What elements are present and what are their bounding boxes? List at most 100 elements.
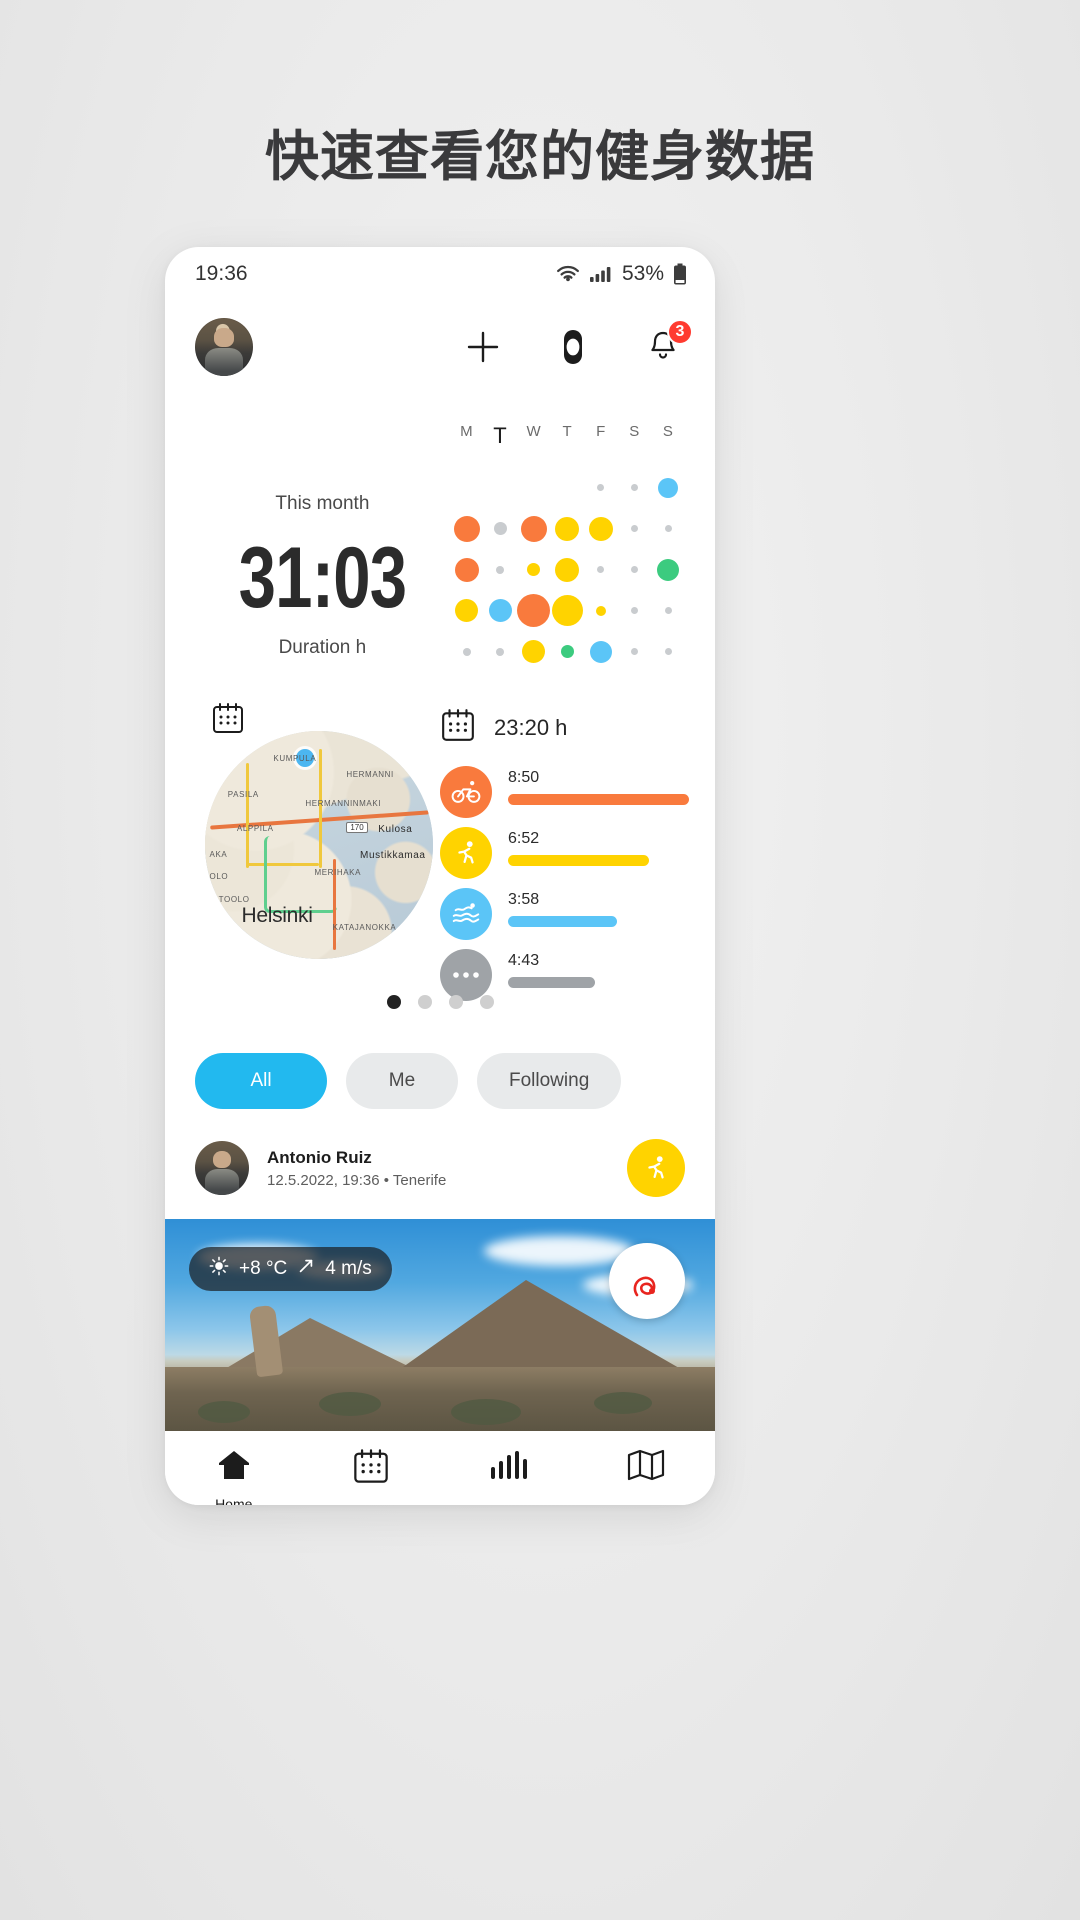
activity-list: 8:50 6:52 3:58 4:43 xyxy=(440,766,689,1001)
overview-card: 170 KUMPULA HERMANNI PASILA HERMANNINMAK… xyxy=(165,693,715,1001)
activity-dot xyxy=(560,645,574,658)
run-icon xyxy=(440,827,492,879)
dot-cell[interactable] xyxy=(584,516,618,541)
avatar[interactable] xyxy=(195,318,253,376)
route-map-card[interactable]: 170 KUMPULA HERMANNI PASILA HERMANNINMAK… xyxy=(191,701,440,983)
pagination-dot[interactable] xyxy=(448,995,463,1009)
dot-cell[interactable] xyxy=(483,647,517,656)
cloud xyxy=(484,1235,634,1266)
feed-user-name: Antonio Ruiz xyxy=(267,1147,372,1167)
dot-cell[interactable] xyxy=(584,640,618,663)
feed-filter-tabs: All Me Following xyxy=(165,1009,715,1109)
add-button[interactable] xyxy=(461,325,505,369)
dot-cell[interactable] xyxy=(651,607,685,614)
nav-home-label: Home xyxy=(215,1496,253,1505)
map-label: HERMANNINMAKI xyxy=(305,799,382,809)
dot-cell[interactable] xyxy=(584,484,618,491)
dot-cell[interactable] xyxy=(450,557,484,582)
activity-duration: 4:43 xyxy=(508,952,540,969)
activity-row[interactable]: 4:43 xyxy=(440,949,689,1001)
activity-dot xyxy=(631,525,639,532)
app-header: 3 xyxy=(165,301,715,393)
pagination-dot[interactable] xyxy=(386,995,401,1009)
dot-cell[interactable] xyxy=(483,565,517,574)
activity-dot xyxy=(555,557,580,582)
activity-total-row: 23:20 h xyxy=(440,707,689,748)
dot-cell[interactable] xyxy=(551,645,585,658)
activity-dot xyxy=(462,647,471,656)
dot-cell[interactable] xyxy=(517,594,551,627)
feed-photo[interactable]: +8 °C 4 m/s xyxy=(165,1219,715,1431)
activity-duration: 8:50 xyxy=(508,769,540,786)
filter-tab-all[interactable]: All xyxy=(195,1053,327,1109)
dot-cell[interactable] xyxy=(618,607,652,614)
activity-dot xyxy=(588,516,613,541)
dot-cell[interactable] xyxy=(618,566,652,573)
activity-dot xyxy=(664,607,672,614)
dot-cell[interactable] xyxy=(551,595,585,626)
nav-home[interactable]: Home xyxy=(165,1447,303,1505)
weekday-label: T xyxy=(493,423,508,448)
dot-cell[interactable] xyxy=(651,477,685,498)
mountain-ridge xyxy=(220,1317,420,1372)
activity-dot xyxy=(631,566,639,573)
dot-calendar[interactable]: MTWTFSS xyxy=(450,413,685,693)
feed-item-text: Antonio Ruiz 12.5.2022, 19:36 • Tenerife xyxy=(267,1148,609,1189)
filter-tab-following[interactable]: Following xyxy=(477,1053,622,1109)
pagination-dot[interactable] xyxy=(479,995,494,1009)
nav-stats[interactable] xyxy=(440,1447,578,1494)
avatar[interactable] xyxy=(195,1141,249,1195)
map-label: KATAJANOKKA xyxy=(332,922,397,932)
summary-value: 31:03 xyxy=(238,530,407,626)
activity-breakdown: 23:20 h 8:50 6:52 3:58 4:43 xyxy=(440,701,689,1001)
nav-calendar[interactable] xyxy=(303,1447,441,1498)
filter-tab-me[interactable]: Me xyxy=(346,1053,458,1109)
dot-cell[interactable] xyxy=(517,515,551,542)
dot-cell[interactable] xyxy=(551,516,585,541)
dot-cell[interactable] xyxy=(584,566,618,573)
map-label: HERMANNI xyxy=(346,769,394,779)
nav-map[interactable] xyxy=(578,1447,716,1496)
map-label: ALPPILA xyxy=(236,824,274,834)
dot-cell[interactable] xyxy=(450,647,484,656)
dot-cell[interactable] xyxy=(483,599,517,622)
map-icon xyxy=(626,1447,666,1488)
activity-bar xyxy=(508,916,617,927)
feed-item-header[interactable]: Antonio Ruiz 12.5.2022, 19:36 • Tenerife xyxy=(165,1109,715,1219)
dot-cell[interactable] xyxy=(450,515,484,542)
activity-dot xyxy=(455,599,479,622)
calendar-icon xyxy=(440,707,476,748)
dot-cell[interactable] xyxy=(483,522,517,535)
route-icon[interactable] xyxy=(609,1243,685,1319)
dot-row xyxy=(450,549,685,590)
duration-summary: This month 31:03 Duration h xyxy=(195,413,450,693)
pagination-dot[interactable] xyxy=(417,995,432,1009)
activity-row[interactable]: 6:52 xyxy=(440,827,689,879)
activity-dot xyxy=(493,522,507,535)
weekday-label: S xyxy=(629,423,640,440)
dot-cell[interactable] xyxy=(618,648,652,655)
dot-cell[interactable] xyxy=(651,648,685,655)
dot-row xyxy=(450,508,685,549)
activity-dot xyxy=(595,605,606,616)
dot-cell[interactable] xyxy=(618,525,652,532)
dot-cell[interactable] xyxy=(517,640,551,663)
dot-cell[interactable] xyxy=(551,557,585,582)
dot-cell[interactable] xyxy=(618,484,652,491)
dot-cell[interactable] xyxy=(517,563,551,576)
activity-dot xyxy=(551,595,583,626)
activity-dot xyxy=(631,648,639,655)
activity-bar xyxy=(508,855,650,866)
dot-cell[interactable] xyxy=(651,558,685,581)
activity-row[interactable]: 3:58 xyxy=(440,888,689,940)
dot-cell[interactable] xyxy=(651,525,685,532)
map-thumbnail[interactable]: 170 KUMPULA HERMANNI PASILA HERMANNINMAK… xyxy=(205,731,433,959)
notifications-button[interactable]: 3 xyxy=(641,319,693,369)
dot-cell[interactable] xyxy=(584,605,618,616)
dot-cell[interactable] xyxy=(450,599,484,622)
header-actions: 3 xyxy=(461,319,693,369)
activity-row[interactable]: 8:50 xyxy=(440,766,689,818)
watch-icon[interactable] xyxy=(551,325,595,369)
activity-meta: 4:43 xyxy=(508,949,689,988)
phone-mockup: 19:36 53% 3 This month 31:03 Duration h … xyxy=(165,247,715,1505)
